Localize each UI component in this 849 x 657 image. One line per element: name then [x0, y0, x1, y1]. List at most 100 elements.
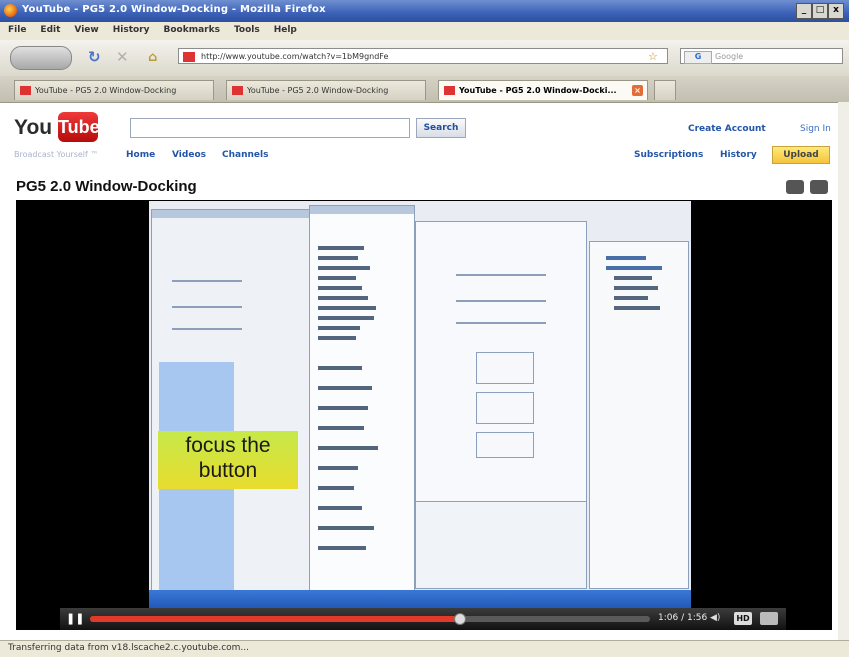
menu-file[interactable]: File	[8, 25, 26, 35]
youtube-favicon	[444, 86, 455, 95]
video-line	[456, 300, 546, 302]
video-caption-text: focus the button	[158, 433, 298, 483]
subscriptions-link[interactable]: Subscriptions	[634, 150, 703, 160]
video-tree-item	[318, 266, 370, 270]
logo-you: You	[14, 116, 53, 139]
reload-icon[interactable]: ↻	[88, 48, 101, 66]
menu-tools[interactable]: Tools	[234, 25, 260, 35]
video-toolbar	[310, 206, 414, 214]
rss-icon[interactable]: ☆	[648, 50, 658, 63]
tab-label: YouTube - PG5 2.0 Window-Docking	[247, 86, 389, 95]
video-tree-item	[318, 306, 376, 310]
window-title: YouTube - PG5 2.0 Window-Docking - Mozil…	[22, 4, 326, 15]
video-taskbar	[149, 590, 691, 608]
tab-bar: YouTube - PG5 2.0 Window-Docking YouTube…	[0, 76, 849, 103]
time-display: 1:06 / 1:56	[658, 613, 708, 623]
video-block	[476, 432, 534, 458]
page-scrollbar[interactable]	[838, 102, 849, 640]
youtube-logo[interactable]: You Tube	[14, 112, 100, 146]
site-favicon	[183, 52, 195, 62]
menu-bookmarks[interactable]: Bookmarks	[163, 25, 219, 35]
upload-button[interactable]: Upload	[772, 146, 830, 164]
menu-help[interactable]: Help	[274, 25, 297, 35]
video-navigator-pane	[589, 241, 689, 589]
home-icon[interactable]: ⌂	[148, 50, 157, 65]
history-link[interactable]: History	[720, 150, 757, 160]
video-tree-item	[318, 276, 356, 280]
progress-fill	[90, 616, 460, 622]
tab-1[interactable]: YouTube - PG5 2.0 Window-Docking	[14, 80, 214, 100]
video-tree-item	[318, 296, 368, 300]
video-caption-box: focus the button	[158, 431, 298, 489]
url-bar[interactable]: http://www.youtube.com/watch?v=1bM9gndFe	[178, 48, 668, 64]
video-block	[476, 352, 534, 384]
tab-label: YouTube - PG5 2.0 Window-Docking	[35, 86, 177, 95]
video-tree-item	[318, 256, 358, 260]
video-output-pane	[415, 501, 587, 589]
new-tab-button[interactable]	[654, 80, 676, 100]
video-title: PG5 2.0 Window-Docking	[16, 178, 197, 195]
video-tree-item	[318, 286, 362, 290]
firefox-icon	[4, 4, 17, 17]
caption-line-2: button	[198, 459, 258, 482]
video-tree-item	[318, 246, 364, 250]
menu-view[interactable]: View	[74, 25, 98, 35]
video-line	[172, 280, 242, 282]
video-line	[456, 274, 546, 276]
tab-close-icon[interactable]: ×	[632, 85, 643, 96]
video-tree-item	[318, 366, 362, 370]
caption-line-1: focus the	[185, 434, 271, 457]
expand-player-icon[interactable]	[786, 180, 804, 194]
nav-videos[interactable]: Videos	[172, 150, 206, 160]
video-diagram-pane	[415, 221, 587, 503]
video-tree-item	[318, 386, 372, 390]
youtube-slogan: Broadcast Yourself ™	[14, 150, 99, 159]
window-titlebar: YouTube - PG5 2.0 Window-Docking - Mozil…	[0, 0, 849, 22]
video-tree-item	[318, 336, 356, 340]
menu-history[interactable]: History	[113, 25, 150, 35]
video-tree-item	[318, 506, 362, 510]
youtube-search-input[interactable]	[130, 118, 410, 138]
progress-bar[interactable]	[90, 613, 650, 625]
video-tree-item	[318, 316, 374, 320]
video-tree-item	[614, 296, 648, 300]
youtube-search-button[interactable]: Search	[416, 118, 466, 138]
menu-edit[interactable]: Edit	[40, 25, 60, 35]
sign-in-link[interactable]: Sign In	[800, 124, 831, 134]
logo-tube: Tube	[58, 112, 100, 142]
tab-2[interactable]: YouTube - PG5 2.0 Window-Docking	[226, 80, 426, 100]
video-tree-item	[318, 466, 358, 470]
player-controls: ❚❚ 1:06 / 1:56 ◀) HD	[60, 608, 786, 630]
minimize-button[interactable]: _	[796, 3, 812, 19]
navigation-toolbar: ↻ ✕ ⌂ http://www.youtube.com/watch?v=1bM…	[0, 40, 849, 77]
video-tree-item	[318, 526, 374, 530]
close-button[interactable]: x	[828, 3, 844, 19]
search-placeholder: Google	[715, 52, 744, 61]
create-account-link[interactable]: Create Account	[688, 124, 766, 134]
nav-channels[interactable]: Channels	[222, 150, 268, 160]
maximize-button[interactable]: □	[812, 3, 828, 19]
pause-icon[interactable]: ❚❚	[66, 613, 84, 625]
video-block	[476, 392, 534, 424]
video-toolbar	[152, 210, 310, 218]
volume-icon[interactable]: ◀)	[710, 613, 720, 623]
url-text: http://www.youtube.com/watch?v=1bM9gndFe	[201, 52, 389, 61]
tab-3-active[interactable]: YouTube - PG5 2.0 Window-Docki... ×	[438, 80, 648, 100]
status-bar: Transferring data from v18.lscache2.c.yo…	[0, 640, 849, 657]
status-text: Transferring data from v18.lscache2.c.yo…	[8, 643, 250, 653]
video-tree-item	[318, 446, 378, 450]
hd-button[interactable]: HD	[734, 612, 752, 625]
video-tree-item	[318, 486, 354, 490]
fullscreen-icon[interactable]	[760, 612, 778, 625]
video-line	[172, 306, 242, 308]
video-tree-item	[606, 266, 662, 270]
popout-icon[interactable]	[810, 180, 828, 194]
back-forward-button[interactable]	[10, 46, 72, 70]
progress-thumb[interactable]	[453, 613, 466, 625]
search-engine-icon[interactable]: G	[684, 51, 712, 64]
video-library-pane	[309, 205, 415, 591]
stop-icon[interactable]: ✕	[116, 48, 129, 66]
search-bar[interactable]: G Google	[680, 48, 843, 64]
nav-home[interactable]: Home	[126, 150, 155, 160]
video-tree-item	[318, 546, 366, 550]
